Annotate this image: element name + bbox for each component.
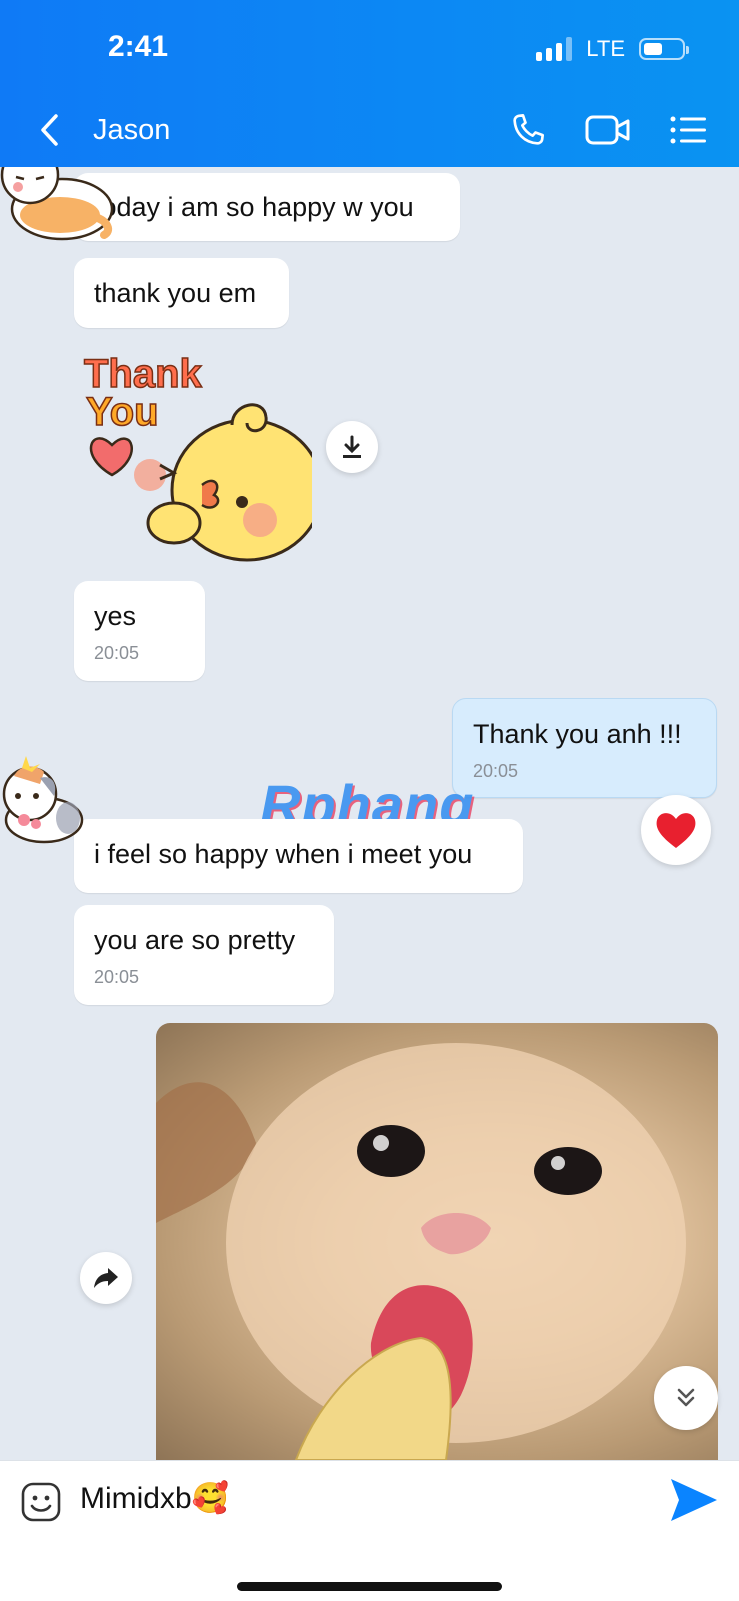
status-time: 2:41 — [108, 30, 169, 63]
sticker-text: You — [86, 390, 159, 434]
message-time: 20:05 — [94, 967, 140, 987]
message-time: 20:05 — [94, 643, 140, 663]
message-list[interactable]: today i am so happy w you thank you em T… — [0, 167, 739, 1460]
signal-icon — [536, 37, 573, 61]
calico-cat-sticker — [2, 756, 84, 844]
forward-icon — [94, 1268, 118, 1288]
message-bubble-sent[interactable]: Thank you anh !!! 20:05 — [452, 698, 717, 798]
chick-sticker-graphic: Thank You — [83, 351, 324, 562]
back-icon[interactable] — [36, 112, 64, 148]
download-button[interactable] — [326, 421, 378, 473]
message-text: today i am so happy w you — [94, 192, 414, 222]
battery-icon — [639, 38, 689, 60]
chat-header: 2:41 LTE Jason — [0, 0, 739, 167]
video-call-icon[interactable] — [585, 110, 631, 150]
message-composer: Mimidxb🥰 — [0, 1460, 739, 1601]
message-time: 20:05 — [473, 761, 519, 781]
download-icon — [343, 435, 361, 458]
orange-cat-sticker — [0, 167, 114, 241]
message-text: yes — [94, 601, 137, 631]
status-indicators: LTE — [536, 36, 689, 62]
forward-button[interactable] — [80, 1252, 132, 1304]
heart-reaction-button[interactable] — [641, 795, 711, 865]
contact-name[interactable]: Jason — [93, 114, 170, 147]
home-indicator — [237, 1582, 502, 1591]
message-bubble[interactable]: thank you em — [74, 258, 289, 328]
phone-call-icon[interactable] — [508, 110, 548, 150]
cat-photo[interactable] — [156, 1023, 718, 1460]
message-text: Thank you anh !!! — [473, 719, 682, 749]
message-bubble[interactable]: i feel so happy when i meet you — [74, 819, 523, 893]
network-label: LTE — [586, 36, 625, 61]
menu-list-icon[interactable] — [668, 110, 708, 150]
heart-icon — [656, 813, 696, 848]
message-bubble[interactable]: you are so pretty 20:05 — [74, 905, 334, 1005]
message-bubble[interactable]: yes 20:05 — [74, 581, 205, 681]
message-bubble[interactable]: today i am so happy w you — [74, 173, 460, 241]
message-text: you are so pretty — [94, 925, 296, 955]
send-icon[interactable] — [669, 1477, 719, 1523]
cat-photo-graphic — [156, 1043, 686, 1460]
message-text: thank you em — [94, 278, 257, 308]
message-input[interactable]: Mimidxb🥰 — [80, 1481, 229, 1516]
thank-you-sticker[interactable]: Thank You — [82, 345, 324, 570]
double-chevron-down-icon — [677, 1388, 695, 1407]
message-text: i feel so happy when i meet you — [94, 839, 473, 869]
sticker-emoji-icon[interactable] — [20, 1481, 62, 1523]
scroll-to-bottom-button[interactable] — [654, 1366, 718, 1430]
